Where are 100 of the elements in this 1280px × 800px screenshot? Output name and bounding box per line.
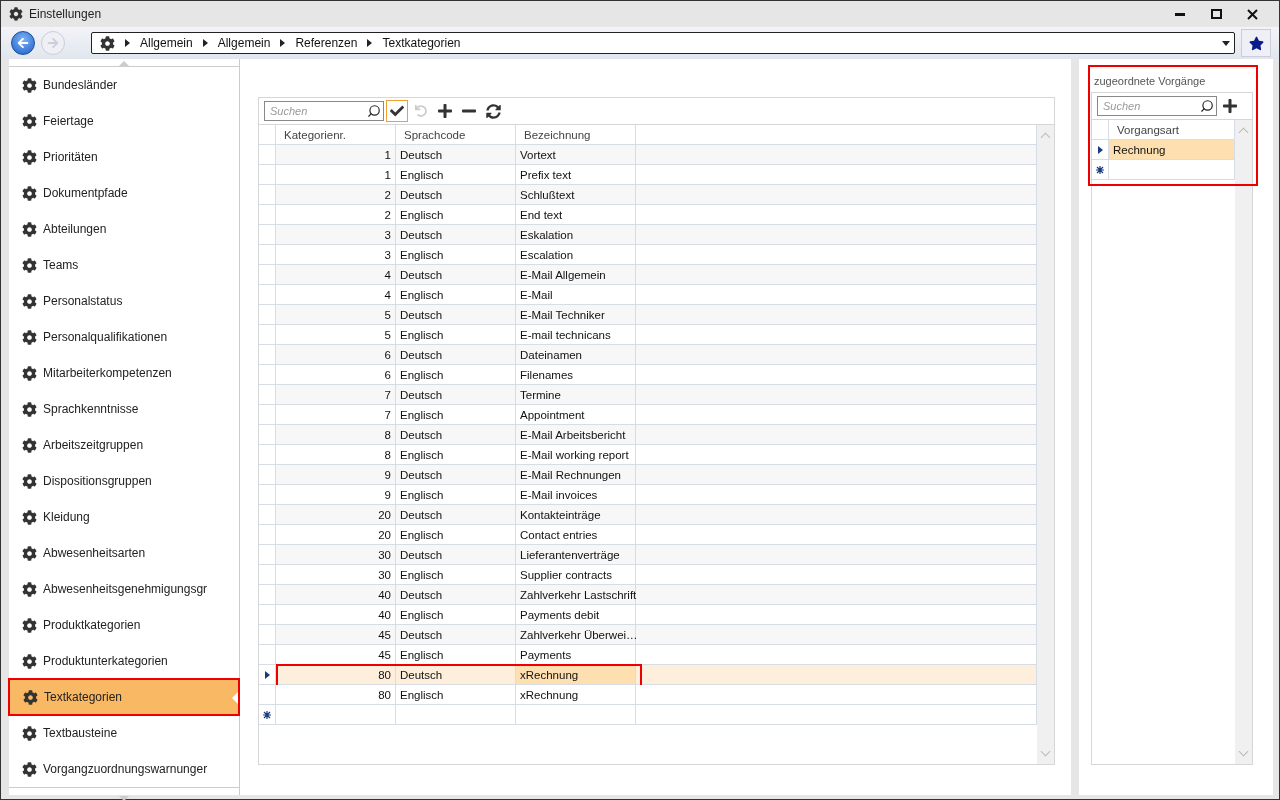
table-row[interactable]: 80 Deutsch xRechnung bbox=[259, 665, 1037, 685]
table-cell: Prefix text bbox=[516, 165, 636, 184]
breadcrumb-link[interactable]: Referenzen bbox=[295, 36, 358, 50]
table-row[interactable]: 4 Deutsch E-Mail Allgemein bbox=[259, 265, 1037, 285]
table-cell: 4 bbox=[276, 265, 396, 284]
sidebar-item[interactable]: Teams bbox=[9, 247, 239, 283]
table-cell: 9 bbox=[276, 485, 396, 504]
arrow-left-icon bbox=[17, 37, 29, 49]
table-row[interactable]: 45 Englisch Payments bbox=[259, 645, 1037, 665]
table-cell: 30 bbox=[276, 565, 396, 584]
table-row[interactable]: 4 Englisch E-Mail bbox=[259, 285, 1037, 305]
breadcrumb-link[interactable]: Allgemein bbox=[140, 36, 193, 50]
sidebar-item[interactable]: Kleidung bbox=[9, 499, 239, 535]
table-cell: 5 bbox=[276, 325, 396, 344]
sidebar-item[interactable]: Abwesenheitsgenehmigungsgr bbox=[9, 571, 239, 607]
table-row[interactable]: 40 Deutsch Zahlverkehr Lastschrift bbox=[259, 585, 1037, 605]
table-row[interactable]: 6 Deutsch Dateinamen bbox=[259, 345, 1037, 365]
sidebar-item[interactable]: Produktkategorien bbox=[9, 607, 239, 643]
sidebar-item[interactable]: Textkategorien bbox=[9, 679, 239, 715]
sidebar-item[interactable]: Prioritäten bbox=[9, 139, 239, 175]
sidebar-item[interactable]: Bundesländer bbox=[9, 67, 239, 103]
column-header[interactable]: Bezeichnung bbox=[516, 125, 636, 144]
table-row[interactable]: 9 Englisch E-Mail invoices bbox=[259, 485, 1037, 505]
table-cell: Englisch bbox=[396, 605, 516, 624]
table-row[interactable]: 9 Deutsch E-Mail Rechnungen bbox=[259, 465, 1037, 485]
table-cell: Englisch bbox=[396, 685, 516, 704]
table-cell: E-Mail working report bbox=[516, 445, 636, 464]
table-row[interactable]: 80 Englisch xRechnung bbox=[259, 685, 1037, 705]
table-cell: E-mail technicans bbox=[516, 325, 636, 344]
table-cell: xRechnung bbox=[516, 665, 636, 684]
table-row[interactable]: 5 Deutsch E-Mail Techniker bbox=[259, 305, 1037, 325]
breadcrumb-link[interactable]: Textkategorien bbox=[382, 36, 461, 50]
scrollbar[interactable] bbox=[1037, 125, 1054, 764]
gear-icon bbox=[22, 653, 37, 669]
new-row-icon bbox=[263, 710, 271, 719]
gear-icon bbox=[22, 437, 37, 453]
table-row[interactable]: 30 Deutsch Lieferantenverträge bbox=[259, 545, 1037, 565]
scrollbar[interactable] bbox=[1235, 120, 1252, 764]
table-row[interactable]: 20 Deutsch Kontakteinträge bbox=[259, 505, 1037, 525]
table-cell: 45 bbox=[276, 625, 396, 644]
favorite-button[interactable] bbox=[1241, 29, 1271, 57]
sidebar-item[interactable]: Dispositionsgruppen bbox=[9, 463, 239, 499]
scroll-down-icon[interactable] bbox=[119, 796, 129, 800]
sidebar-item[interactable]: Feiertage bbox=[9, 103, 239, 139]
breadcrumb-link[interactable]: Allgemein bbox=[217, 36, 271, 50]
table-cell: 4 bbox=[276, 285, 396, 304]
gear-icon bbox=[22, 149, 37, 165]
sidebar-item[interactable]: Abteilungen bbox=[9, 211, 239, 247]
table-row[interactable]: 3 Englisch Escalation bbox=[259, 245, 1037, 265]
table-cell: 9 bbox=[276, 465, 396, 484]
table-row[interactable]: 2 Deutsch Schlußtext bbox=[259, 185, 1037, 205]
sidebar-item[interactable]: Produktunterkategorien bbox=[9, 643, 239, 679]
table-row[interactable]: 5 Englisch E-mail technicans bbox=[259, 325, 1037, 345]
table-cell: Eskalation bbox=[516, 225, 636, 244]
breadcrumb-bar[interactable]: Allgemein Allgemein Referenzen Textkategorien bbox=[91, 32, 1235, 54]
table-cell: E-Mail invoices bbox=[516, 485, 636, 504]
table-row[interactable]: 7 Englisch Appointment bbox=[259, 405, 1037, 425]
table-cell: Englisch bbox=[396, 525, 516, 544]
current-row-icon bbox=[264, 670, 270, 679]
sidebar-item[interactable]: Personalstatus bbox=[9, 283, 239, 319]
sidebar-item[interactable]: Arbeitszeitgruppen bbox=[9, 427, 239, 463]
table-row[interactable]: 6 Englisch Filenames bbox=[259, 365, 1037, 385]
table-row[interactable]: 3 Deutsch Eskalation bbox=[259, 225, 1037, 245]
undo-icon bbox=[415, 105, 427, 117]
table-row[interactable]: 7 Deutsch Termine bbox=[259, 385, 1037, 405]
sidebar-item[interactable]: Abwesenheitsarten bbox=[9, 535, 239, 571]
table-row[interactable]: 30 Englisch Supplier contracts bbox=[259, 565, 1037, 585]
separator-arrow-icon bbox=[280, 39, 286, 47]
table-row[interactable]: Rechnung bbox=[1092, 140, 1235, 160]
window-title: Einstellungen bbox=[29, 7, 103, 21]
search-icon[interactable] bbox=[1200, 99, 1214, 113]
table-row[interactable]: 45 Deutsch Zahlverkehr Überwei… bbox=[259, 625, 1037, 645]
new-row-icon bbox=[1096, 165, 1104, 174]
dropdown-caret-icon[interactable] bbox=[1222, 40, 1230, 46]
search-field[interactable]: Suchen bbox=[1097, 96, 1217, 116]
table-row[interactable]: 8 Englisch E-Mail working report bbox=[259, 445, 1037, 465]
sidebar-item[interactable]: Vorgangzuordnungswarnunger bbox=[9, 751, 239, 787]
back-button[interactable] bbox=[11, 31, 35, 55]
sidebar-item[interactable]: Textbausteine bbox=[9, 715, 239, 751]
table-cell: E-Mail Rechnungen bbox=[516, 465, 636, 484]
table-row[interactable]: 1 Deutsch Vortext bbox=[259, 145, 1037, 165]
table-cell: Termine bbox=[516, 385, 636, 404]
column-header[interactable]: Kategorienr. bbox=[276, 125, 396, 144]
column-header[interactable]: Sprachcode bbox=[396, 125, 516, 144]
table-cell: Englisch bbox=[396, 405, 516, 424]
search-field[interactable]: Suchen bbox=[264, 101, 384, 121]
table-row[interactable]: 1 Englisch Prefix text bbox=[259, 165, 1037, 185]
table-row[interactable]: 8 Deutsch E-Mail Arbeitsbericht bbox=[259, 425, 1037, 445]
table-row[interactable]: 2 Englisch End text bbox=[259, 205, 1037, 225]
sidebar-item[interactable]: Dokumentpfade bbox=[9, 175, 239, 211]
table-cell: Englisch bbox=[396, 205, 516, 224]
sidebar-item[interactable]: Personalqualifikationen bbox=[9, 319, 239, 355]
sidebar-item[interactable]: Mitarbeiterkompetenzen bbox=[9, 355, 239, 391]
sidebar-item[interactable]: Sprachkenntnisse bbox=[9, 391, 239, 427]
table-row[interactable]: 40 Englisch Payments debit bbox=[259, 605, 1037, 625]
table-cell: 6 bbox=[276, 345, 396, 364]
section-title: zugeordnete Vorgänge bbox=[1093, 74, 1207, 89]
save-button[interactable] bbox=[386, 100, 408, 122]
table-row[interactable]: 20 Englisch Contact entries bbox=[259, 525, 1037, 545]
search-icon[interactable] bbox=[367, 104, 381, 118]
